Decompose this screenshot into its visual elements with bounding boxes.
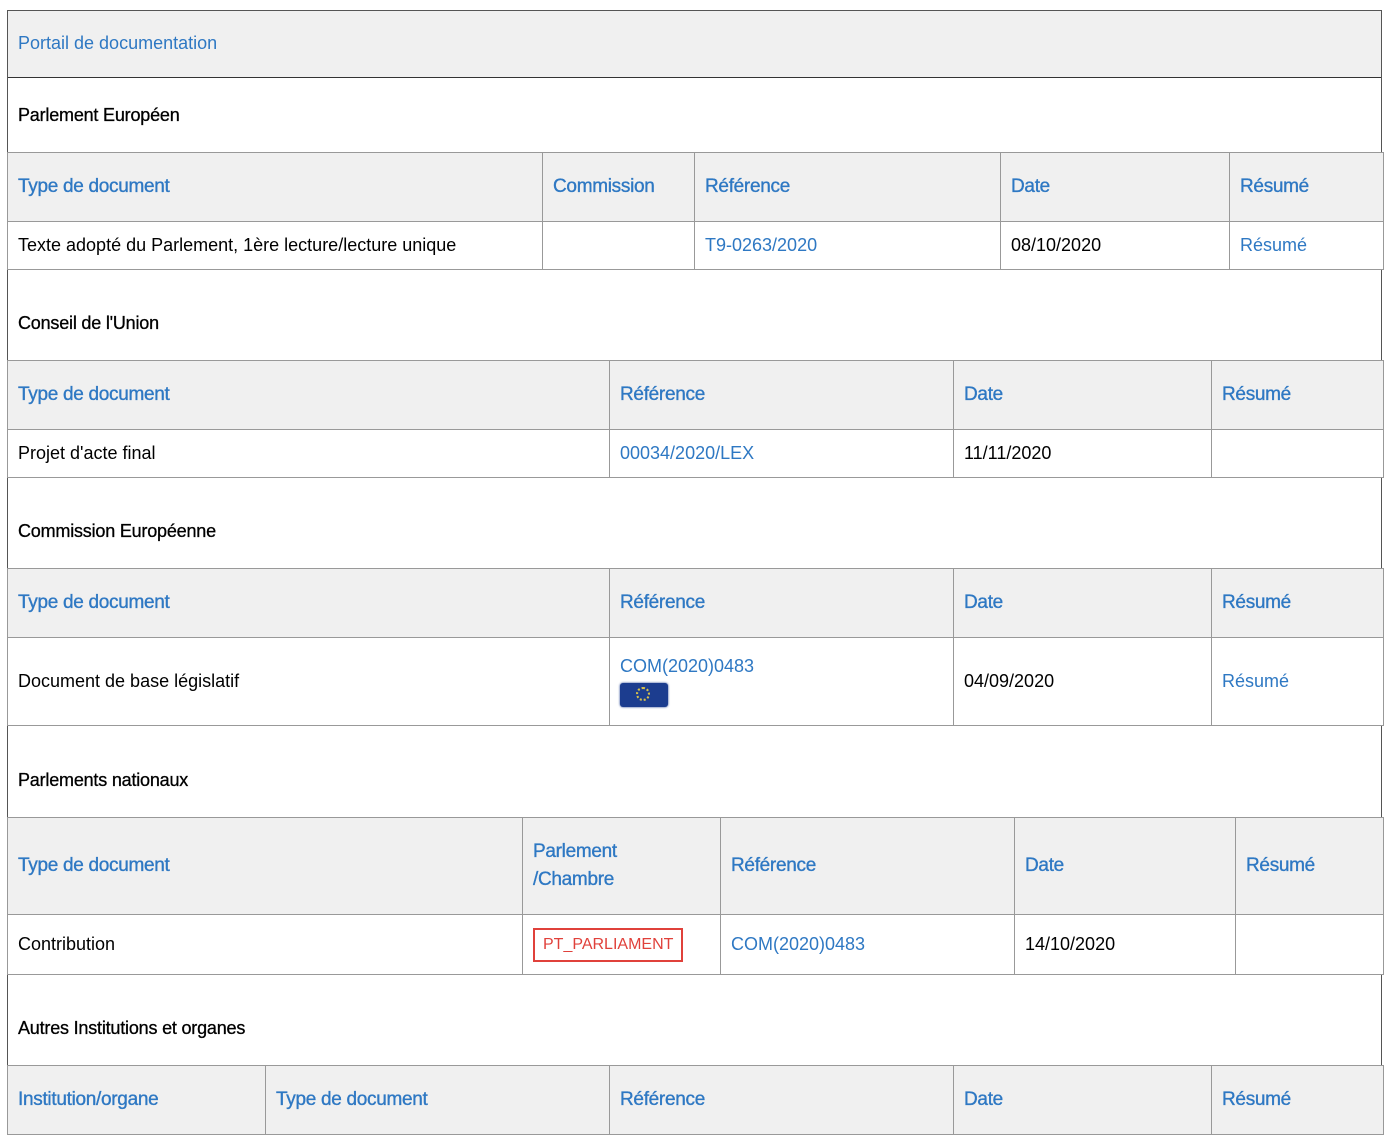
header-reference[interactable]: Référence <box>609 568 954 638</box>
header-resume[interactable]: Résumé <box>1229 152 1384 222</box>
header-date[interactable]: Date <box>953 568 1212 638</box>
table-row: Texte adopté du Parlement, 1ère lecture/… <box>7 221 1384 270</box>
section-title-conseil: Conseil de l'Union <box>18 313 159 333</box>
header-parlement-chambre-label: Parlement /Chambre <box>533 841 618 890</box>
eu-flag-icon[interactable] <box>620 683 668 707</box>
table-header-row: Type de document Commission Référence Da… <box>7 152 1384 222</box>
header-reference[interactable]: Référence <box>720 817 1015 915</box>
cell-parliament: PT_PARLIAMENT <box>522 914 721 975</box>
header-date[interactable]: Date <box>1014 817 1236 915</box>
table-conseil: Type de document Référence Date Résumé P… <box>7 360 1384 478</box>
header-parlement-chambre[interactable]: Parlement /Chambre <box>522 817 721 915</box>
parliament-badge[interactable]: PT_PARLIAMENT <box>533 927 684 962</box>
table-commission: Type de document Référence Date Résumé D… <box>7 568 1384 726</box>
portal-header: Portail de documentation <box>8 11 1381 78</box>
cell-reference: COM(2020)0483 <box>720 914 1015 975</box>
header-date[interactable]: Date <box>953 360 1212 430</box>
table-parlements-nationaux: Type de document Parlement /Chambre Réfé… <box>7 817 1384 975</box>
resume-link[interactable]: Résumé <box>1222 671 1289 691</box>
header-resume[interactable]: Résumé <box>1211 360 1384 430</box>
header-type-document[interactable]: Type de document <box>7 152 543 222</box>
cell-type-document: Projet d'acte final <box>7 429 610 478</box>
resume-link[interactable]: Résumé <box>1240 235 1307 255</box>
section-title-autres-institutions: Autres Institutions et organes <box>18 1018 246 1038</box>
table-autres-institutions: Institution/organe Type de document Réfé… <box>7 1065 1384 1135</box>
reference-link[interactable]: COM(2020)0483 <box>731 934 865 954</box>
cell-resume <box>1235 914 1384 975</box>
header-type-document[interactable]: Type de document <box>7 568 610 638</box>
cell-date: 11/11/2020 <box>953 429 1212 478</box>
header-date[interactable]: Date <box>953 1065 1212 1135</box>
cell-type-document: Texte adopté du Parlement, 1ère lecture/… <box>7 221 543 270</box>
header-type-document[interactable]: Type de document <box>7 360 610 430</box>
cell-resume <box>1211 429 1384 478</box>
cell-reference: COM(2020)0483 <box>609 637 954 726</box>
header-reference[interactable]: Référence <box>694 152 1001 222</box>
reference-link[interactable]: T9-0263/2020 <box>705 235 817 255</box>
table-row: Contribution PT_PARLIAMENT COM(2020)0483… <box>7 914 1384 975</box>
cell-resume: Résumé <box>1211 637 1384 726</box>
table-header-row: Type de document Référence Date Résumé <box>7 568 1384 638</box>
table-parlement-europeen: Type de document Commission Référence Da… <box>7 152 1384 270</box>
cell-resume: Résumé <box>1229 221 1384 270</box>
header-resume[interactable]: Résumé <box>1211 1065 1384 1135</box>
table-header-row: Institution/organe Type de document Réfé… <box>7 1065 1384 1135</box>
cell-reference: 00034/2020/LEX <box>609 429 954 478</box>
cell-commission <box>542 221 695 270</box>
header-resume[interactable]: Résumé <box>1211 568 1384 638</box>
cell-type-document: Document de base législatif <box>7 637 610 726</box>
section-title-parlement-europeen: Parlement Européen <box>18 105 180 125</box>
header-reference[interactable]: Référence <box>609 1065 954 1135</box>
header-date[interactable]: Date <box>1000 152 1230 222</box>
cell-type-document: Contribution <box>7 914 523 975</box>
cell-reference: T9-0263/2020 <box>694 221 1001 270</box>
cell-date: 04/09/2020 <box>953 637 1212 726</box>
section-title-parlements-nationaux: Parlements nationaux <box>18 770 189 790</box>
header-commission[interactable]: Commission <box>542 152 695 222</box>
header-type-document[interactable]: Type de document <box>265 1065 610 1135</box>
table-row: Document de base législatif COM(2020)048… <box>7 637 1384 726</box>
reference-link[interactable]: 00034/2020/LEX <box>620 443 754 463</box>
header-institution-organe[interactable]: Institution/organe <box>7 1065 266 1135</box>
table-header-row: Type de document Référence Date Résumé <box>7 360 1384 430</box>
cell-date: 14/10/2020 <box>1014 914 1236 975</box>
header-type-document[interactable]: Type de document <box>7 817 523 915</box>
portal-link[interactable]: Portail de documentation <box>18 33 217 54</box>
cell-date: 08/10/2020 <box>1000 221 1230 270</box>
reference-link[interactable]: COM(2020)0483 <box>620 656 754 676</box>
header-resume[interactable]: Résumé <box>1235 817 1384 915</box>
header-reference[interactable]: Référence <box>609 360 954 430</box>
table-row: Projet d'acte final 00034/2020/LEX 11/11… <box>7 429 1384 478</box>
table-header-row: Type de document Parlement /Chambre Réfé… <box>7 817 1384 915</box>
section-title-commission: Commission Européenne <box>18 521 216 541</box>
